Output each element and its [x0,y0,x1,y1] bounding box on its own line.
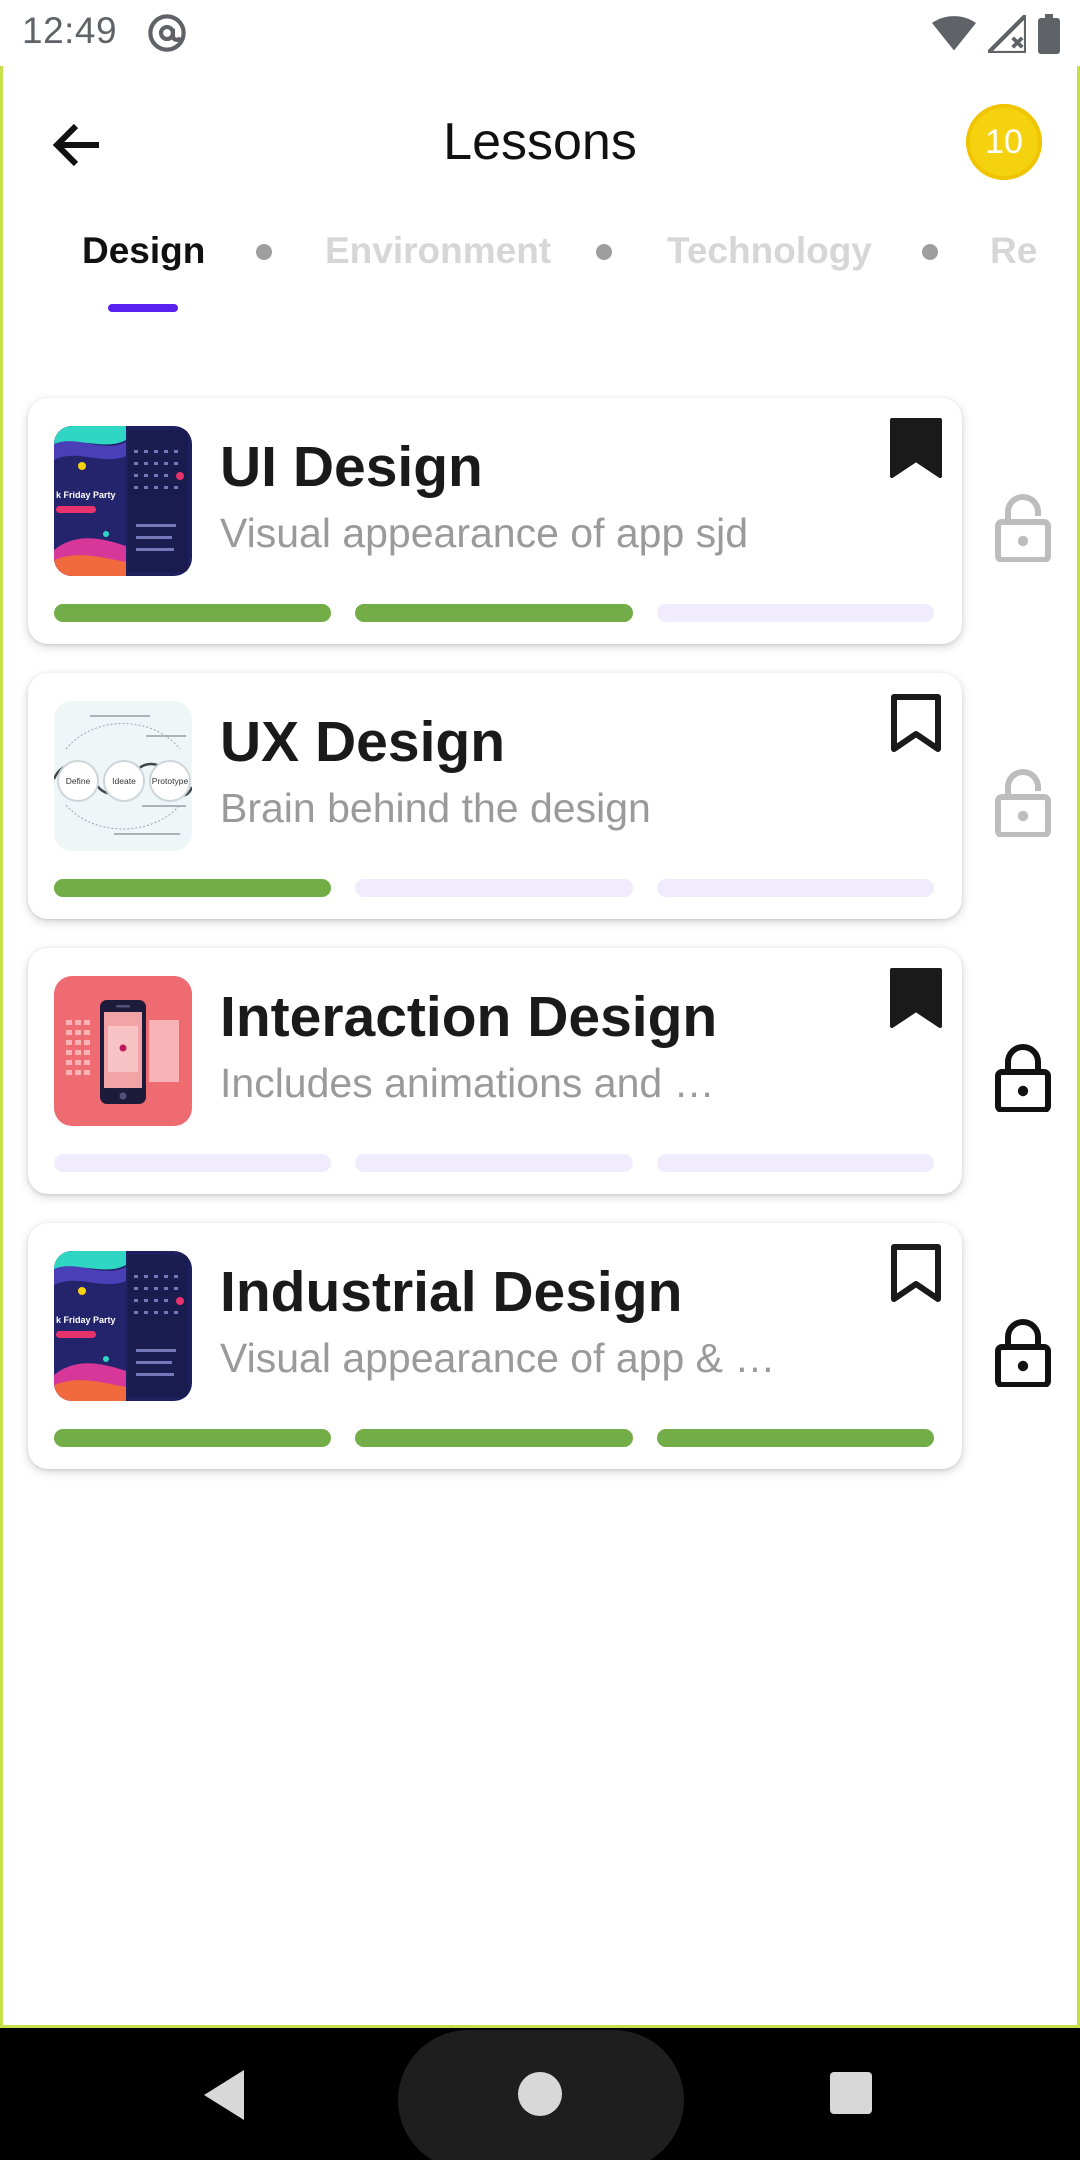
tab-design[interactable]: Design [82,230,205,272]
progress-segment [656,879,934,897]
tab-environment[interactable]: Environment [325,230,551,272]
coin-balance-badge[interactable]: 10 [966,104,1042,180]
tab-separator-dot [596,244,612,260]
wifi-icon [932,16,976,51]
locked-icon [995,1319,1051,1387]
progress-segment [54,879,332,897]
status-icons [932,14,1060,54]
signal-no-service-icon [988,15,1026,53]
page-title: Lessons [443,113,637,171]
progress-segment [54,1429,332,1447]
tab-re[interactable]: Re [990,230,1037,272]
thumbnail-text: Define [66,776,91,786]
lesson-progress [54,879,934,897]
lesson-subtitle: Brain behind the design [220,785,651,831]
thumbnail-text: Ideate [112,776,136,786]
bookmark-outline-icon[interactable] [890,1243,942,1303]
lesson-card-ui-design[interactable]: k Friday Party UI Design Visual appearan… [28,398,962,644]
thumbnail-text: k Friday Party [56,490,116,500]
dark-app-mockup-thumbnail: k Friday Party [54,1251,192,1401]
progress-segment [54,1154,332,1172]
bookmark-filled-icon[interactable] [890,418,942,478]
unlocked-icon [995,494,1051,562]
lesson-subtitle: Visual appearance of app & … [220,1335,776,1381]
progress-segment [656,1154,934,1172]
ux-process-thumbnail: Define Ideate Prototype [54,701,192,851]
lesson-subtitle: Includes animations and … [220,1060,715,1106]
battery-icon [1038,14,1060,54]
lesson-card-industrial-design[interactable]: k Friday Party Industrial Design Visual … [28,1223,962,1469]
lesson-title: UX Design [220,710,506,774]
status-bar: 12:49 [0,0,1080,66]
dark-app-mockup-thumbnail: k Friday Party [54,426,192,576]
lesson-card-ux-design[interactable]: Define Ideate Prototype UX Design Brain … [28,673,962,919]
nav-home-icon[interactable] [518,2072,562,2116]
lesson-row: k Friday Party Industrial Design Visual … [0,1223,1080,1469]
tab-technology[interactable]: Technology [667,230,872,272]
progress-segment [656,1429,934,1447]
thumbnail-text: Prototype [152,776,189,786]
tab-separator-dot [256,244,272,260]
lesson-card-interaction-design[interactable]: Interaction Design Includes animations a… [28,948,962,1194]
progress-segment [355,879,633,897]
tab-separator-dot [922,244,938,260]
lesson-progress [54,1154,934,1172]
thumbnail-text: k Friday Party [56,1315,116,1325]
progress-segment [355,1154,633,1172]
progress-segment [355,604,633,622]
lessons-screen: 12:49 Lessons 10 Design Environment Tech… [0,0,1080,2160]
active-tab-indicator [108,304,178,312]
lesson-title: Interaction Design [220,985,718,1049]
progress-segment [54,604,332,622]
nav-back-icon[interactable] [200,2068,250,2122]
lesson-subtitle: Visual appearance of app sjd [220,510,749,556]
lesson-row: Interaction Design Includes animations a… [0,948,1080,1194]
system-navigation-bar [0,2028,1080,2160]
progress-segment [656,604,934,622]
status-time: 12:49 [22,10,118,51]
lesson-title: UI Design [220,435,483,499]
lesson-row: Define Ideate Prototype UX Design Brain … [0,673,1080,919]
progress-segment [355,1429,633,1447]
bookmark-outline-icon[interactable] [890,693,942,753]
locked-icon [995,1044,1051,1112]
lesson-progress [54,1429,934,1447]
bookmark-filled-icon[interactable] [890,968,942,1028]
phone-interaction-thumbnail [54,976,192,1126]
lesson-row: k Friday Party UI Design Visual appearan… [0,398,1080,644]
lesson-progress [54,604,934,622]
at-sign-icon [148,14,186,52]
lesson-title: Industrial Design [220,1260,683,1324]
nav-recents-icon[interactable] [830,2072,872,2114]
unlocked-icon [995,769,1051,837]
